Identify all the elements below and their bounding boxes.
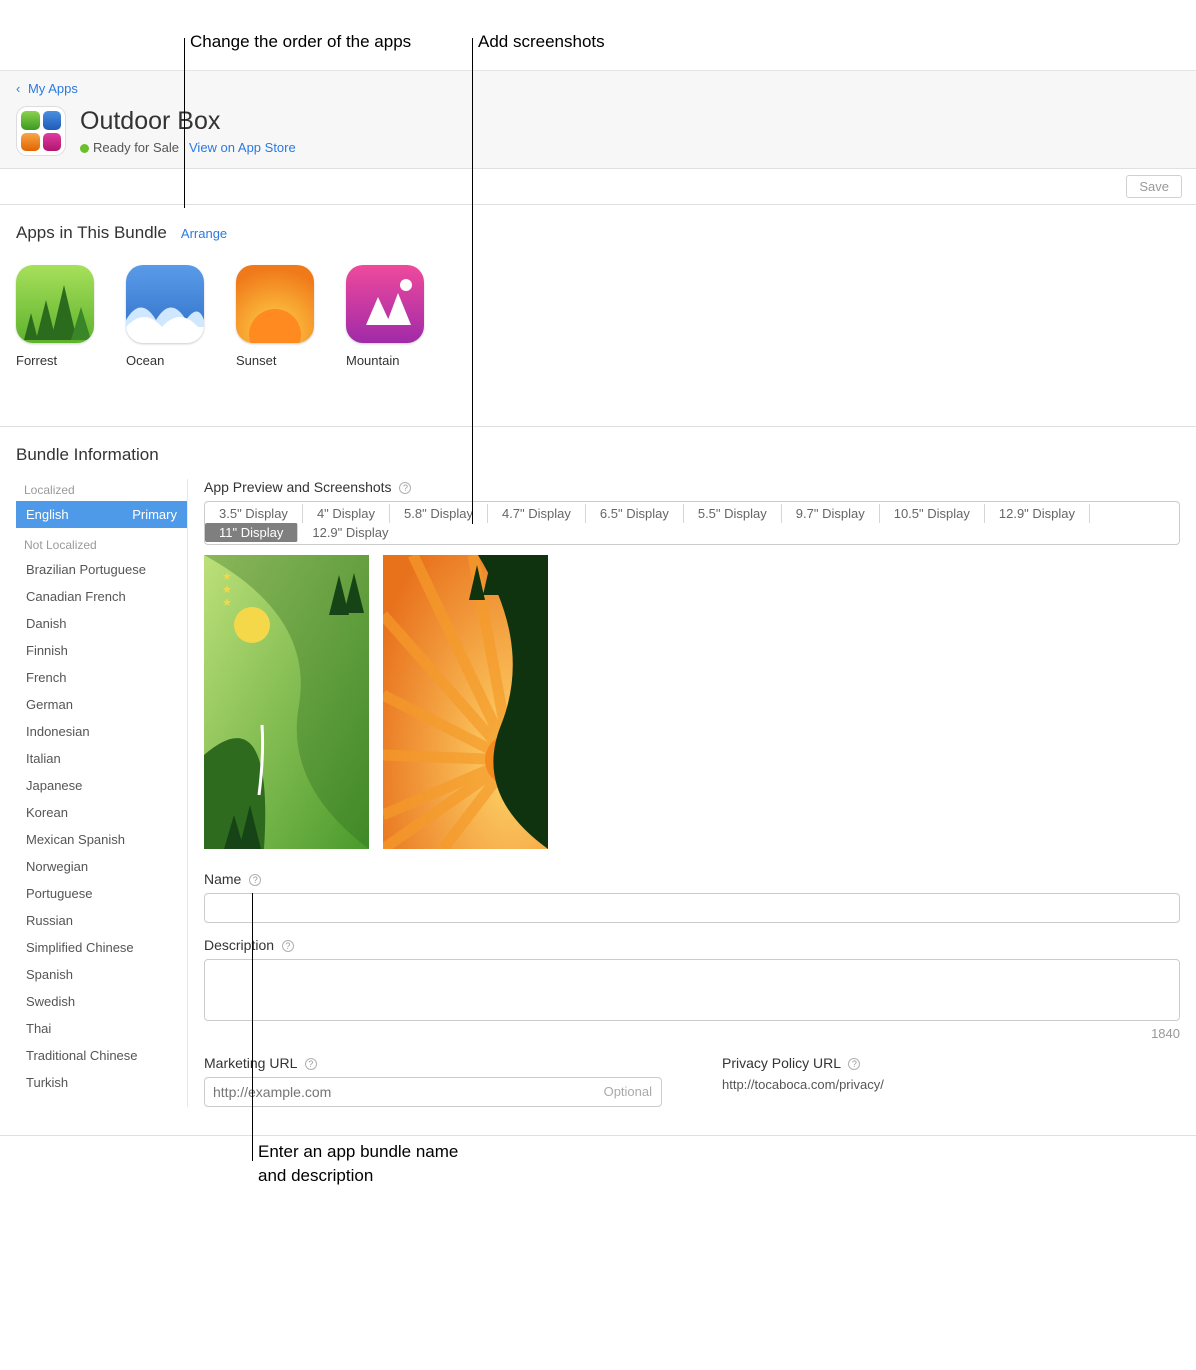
not-localized-heading: Not Localized — [16, 534, 187, 556]
app-icon-ocean — [126, 265, 204, 343]
view-on-store-link[interactable]: View on App Store — [189, 140, 296, 155]
apps-section-title: Apps in This Bundle — [16, 223, 167, 243]
display-tab[interactable]: 12.9" Display — [985, 504, 1090, 523]
app-icon-sunset — [236, 265, 314, 343]
help-icon[interactable]: ? — [249, 874, 261, 886]
display-tab[interactable]: 5.8" Display — [390, 504, 488, 523]
app-name: Mountain — [346, 353, 426, 368]
breadcrumb[interactable]: ‹ My Apps — [16, 81, 1180, 96]
description-input[interactable] — [204, 959, 1180, 1021]
language-item[interactable]: Korean — [16, 799, 187, 826]
help-icon[interactable]: ? — [305, 1058, 317, 1070]
app-icon-forrest — [16, 265, 94, 343]
language-item[interactable]: Thai — [16, 1015, 187, 1042]
localized-heading: Localized — [16, 479, 187, 501]
display-tab[interactable]: 10.5" Display — [880, 504, 985, 523]
description-label: Description ? — [204, 937, 1180, 953]
language-item[interactable]: Finnish — [16, 637, 187, 664]
help-icon[interactable]: ? — [399, 482, 411, 494]
marketing-url-label: Marketing URL ? — [204, 1055, 662, 1071]
marketing-url-input[interactable] — [204, 1077, 662, 1107]
language-item[interactable]: Danish — [16, 610, 187, 637]
breadcrumb-label: My Apps — [28, 81, 78, 96]
app-name: Forrest — [16, 353, 96, 368]
language-item[interactable]: Portuguese — [16, 880, 187, 907]
svg-text:★: ★ — [222, 597, 232, 609]
name-label: Name ? — [204, 871, 1180, 887]
svg-text:★: ★ — [222, 584, 232, 596]
display-tab[interactable]: 5.5" Display — [684, 504, 782, 523]
name-input[interactable] — [204, 893, 1180, 923]
language-item[interactable]: Brazilian Portuguese — [16, 556, 187, 583]
language-item[interactable]: Traditional Chinese — [16, 1042, 187, 1069]
arrange-link[interactable]: Arrange — [181, 226, 227, 241]
screenshot-2[interactable] — [383, 555, 548, 849]
app-name: Ocean — [126, 353, 206, 368]
save-button[interactable]: Save — [1126, 175, 1182, 198]
language-item[interactable]: Mexican Spanish — [16, 826, 187, 853]
status-dot-icon — [80, 144, 89, 153]
app-item[interactable]: Forrest — [16, 265, 96, 368]
language-item[interactable]: Italian — [16, 745, 187, 772]
svg-text:★: ★ — [222, 571, 232, 583]
language-item[interactable]: Swedish — [16, 988, 187, 1015]
language-sidebar: Localized English Primary Not Localized … — [16, 479, 188, 1107]
language-item[interactable]: French — [16, 664, 187, 691]
optional-label: Optional — [604, 1084, 652, 1099]
help-icon[interactable]: ? — [848, 1058, 860, 1070]
screenshot-1[interactable]: ★ ★ ★ — [204, 555, 369, 849]
chevron-left-icon: ‹ — [16, 81, 20, 96]
language-item[interactable]: Canadian French — [16, 583, 187, 610]
app-icon-mountain — [346, 265, 424, 343]
language-item[interactable]: Japanese — [16, 772, 187, 799]
bundle-icon — [16, 106, 66, 156]
language-item-english[interactable]: English Primary — [16, 501, 187, 528]
language-item[interactable]: Spanish — [16, 961, 187, 988]
display-tab[interactable]: 12.9" Display — [298, 523, 402, 542]
description-char-count: 1840 — [204, 1026, 1180, 1041]
display-tab[interactable]: 9.7" Display — [782, 504, 880, 523]
language-item[interactable]: Indonesian — [16, 718, 187, 745]
language-item[interactable]: Simplified Chinese — [16, 934, 187, 961]
privacy-url-value: http://tocaboca.com/privacy/ — [722, 1077, 1180, 1092]
language-item[interactable]: German — [16, 691, 187, 718]
status-badge: Ready for Sale — [80, 140, 179, 155]
help-icon[interactable]: ? — [282, 940, 294, 952]
display-tab[interactable]: 3.5" Display — [205, 504, 303, 523]
app-item[interactable]: Sunset — [236, 265, 316, 368]
display-tabs: 3.5" Display4" Display5.8" Display4.7" D… — [204, 501, 1180, 545]
preview-label: App Preview and Screenshots ? — [204, 479, 1180, 495]
display-tab[interactable]: 4.7" Display — [488, 504, 586, 523]
display-tab[interactable]: 11" Display — [205, 523, 298, 542]
display-tab[interactable]: 6.5" Display — [586, 504, 684, 523]
language-item[interactable]: Russian — [16, 907, 187, 934]
app-item[interactable]: Mountain — [346, 265, 426, 368]
page-title: Outdoor Box — [80, 107, 296, 136]
app-name: Sunset — [236, 353, 316, 368]
display-tab[interactable]: 4" Display — [303, 504, 390, 523]
language-item[interactable]: Turkish — [16, 1069, 187, 1096]
app-item[interactable]: Ocean — [126, 265, 206, 368]
bundle-info-title: Bundle Information — [16, 445, 1180, 465]
privacy-url-label: Privacy Policy URL ? — [722, 1055, 1180, 1071]
language-item[interactable]: Norwegian — [16, 853, 187, 880]
